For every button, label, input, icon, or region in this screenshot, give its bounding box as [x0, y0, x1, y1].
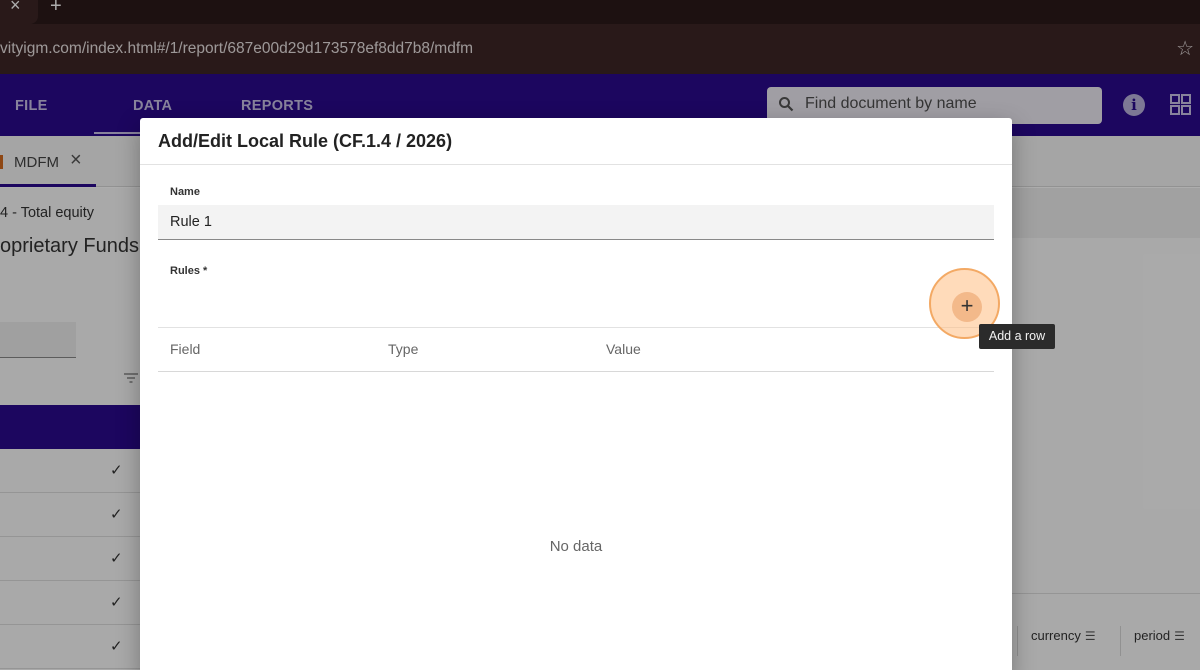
empty-state: No data	[549, 538, 603, 555]
name-label: Name	[170, 186, 200, 198]
divider	[140, 164, 1012, 165]
column-header-value: Value	[606, 341, 641, 357]
add-row-button[interactable]: +	[952, 292, 982, 322]
column-header-field: Field	[170, 341, 201, 357]
column-header-type: Type	[388, 341, 419, 357]
rules-label: Rules *	[170, 265, 208, 277]
divider	[158, 371, 994, 372]
divider	[158, 327, 994, 328]
add-row-tooltip: Add a row	[979, 324, 1055, 349]
name-field[interactable]	[158, 205, 994, 240]
dialog-title: Add/Edit Local Rule (CF.1.4 / 2026)	[158, 131, 453, 151]
local-rule-dialog: Add/Edit Local Rule (CF.1.4 / 2026) Name…	[140, 118, 1012, 670]
name-input[interactable]	[170, 214, 970, 230]
